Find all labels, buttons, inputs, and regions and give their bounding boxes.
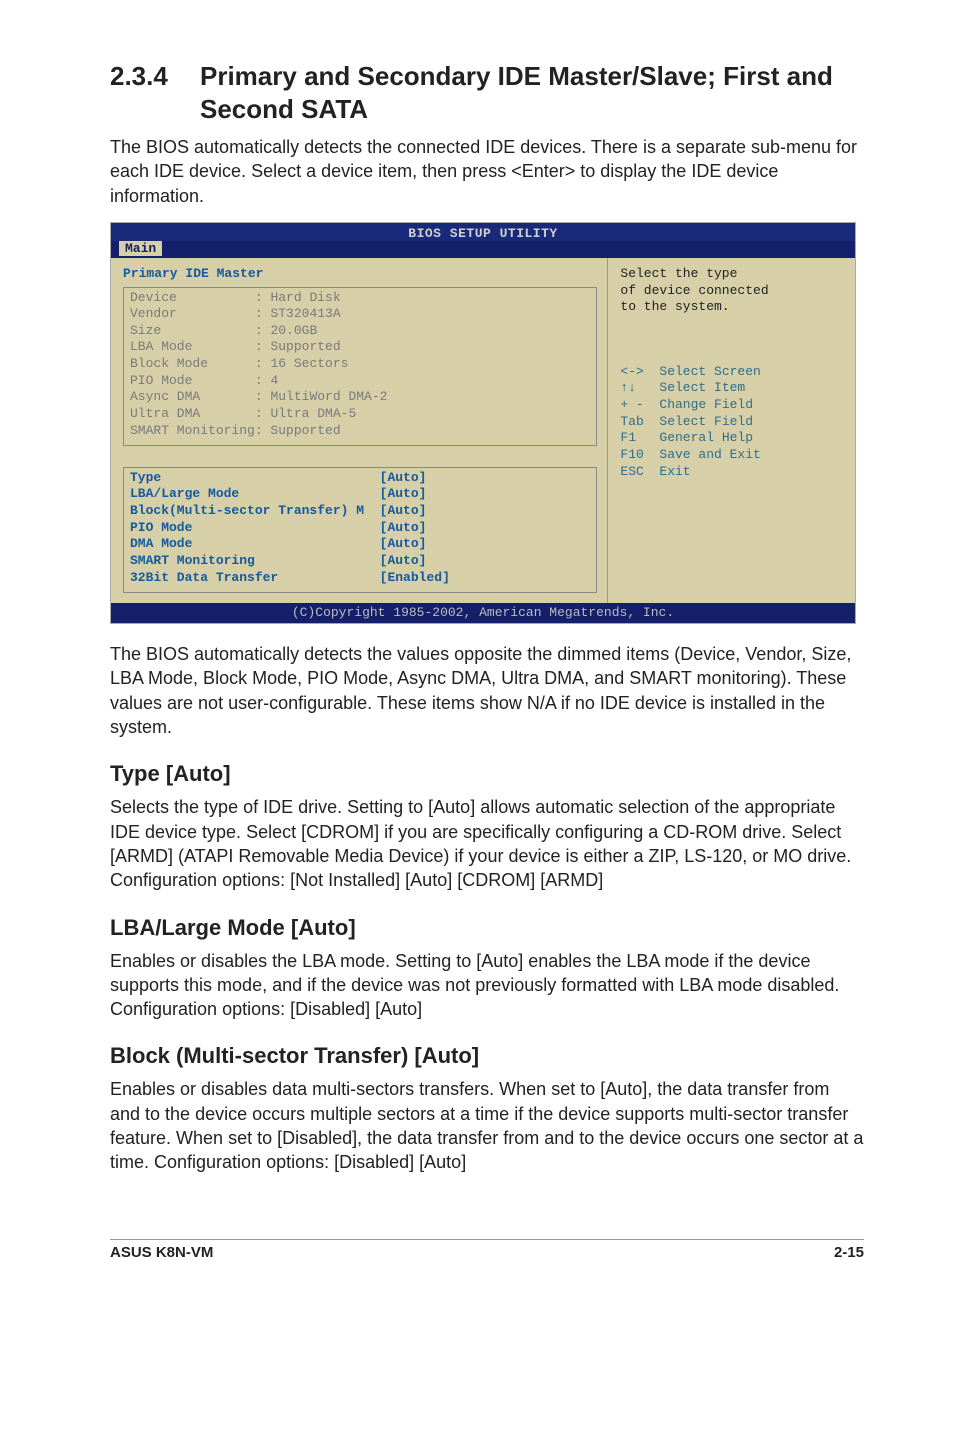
section-number: 2.3.4 bbox=[110, 60, 200, 125]
bios-device-row: Ultra DMA : Ultra DMA-5 bbox=[130, 406, 356, 421]
bios-config-group: Type [Auto] LBA/Large Mode [Auto] Block(… bbox=[123, 467, 597, 593]
bios-device-row: Size : 20.0GB bbox=[130, 323, 317, 338]
bios-nav-row: Tab Select Field bbox=[620, 414, 753, 429]
type-heading: Type [Auto] bbox=[110, 761, 864, 787]
section-title-text: Primary and Secondary IDE Master/Slave; … bbox=[200, 60, 864, 125]
type-paragraph: Selects the type of IDE drive. Setting t… bbox=[110, 795, 864, 892]
bios-smart-line: SMART Monitoring: Supported bbox=[130, 423, 341, 438]
lba-paragraph: Enables or disables the LBA mode. Settin… bbox=[110, 949, 864, 1022]
bios-nav-row: <-> Select Screen bbox=[620, 364, 760, 379]
page-footer: ASUS K8N-VM 2-15 bbox=[110, 1239, 864, 1261]
bios-screenshot: BIOS SETUP UTILITY Main Primary IDE Mast… bbox=[110, 222, 856, 624]
block-heading: Block (Multi-sector Transfer) [Auto] bbox=[110, 1043, 864, 1069]
bios-config-row: Type [Auto] bbox=[130, 470, 426, 485]
bios-help-text: Select the type of device connected to t… bbox=[620, 266, 768, 314]
bios-nav-row: ESC Exit bbox=[620, 464, 690, 479]
bios-left-panel: Primary IDE Master Device : Hard Disk Ve… bbox=[111, 258, 607, 603]
bios-title: BIOS SETUP UTILITY bbox=[111, 223, 855, 241]
bios-right-panel: Select the type of device connected to t… bbox=[607, 258, 855, 603]
bios-device-row: Device : Hard Disk bbox=[130, 290, 341, 305]
bios-nav-row: ↑↓ Select Item bbox=[620, 380, 745, 395]
section-heading: 2.3.4 Primary and Secondary IDE Master/S… bbox=[110, 60, 864, 125]
bios-nav-row: F1 General Help bbox=[620, 430, 753, 445]
bios-device-row: Async DMA : MultiWord DMA-2 bbox=[130, 389, 387, 404]
bios-nav-block: <-> Select Screen ↑↓ Select Item + - Cha… bbox=[620, 364, 845, 480]
bios-footer: (C)Copyright 1985-2002, American Megatre… bbox=[111, 603, 855, 623]
bios-tabs: Main bbox=[111, 241, 855, 258]
bios-config-row: 32Bit Data Transfer [Enabled] bbox=[130, 570, 450, 585]
intro-paragraph: The BIOS automatically detects the conne… bbox=[110, 135, 864, 208]
bios-device-row: LBA Mode : Supported bbox=[130, 339, 341, 354]
bios-panel-title: Primary IDE Master bbox=[123, 266, 263, 281]
bios-nav-row: F10 Save and Exit bbox=[620, 447, 760, 462]
bios-config-row: Block(Multi-sector Transfer) M [Auto] bbox=[130, 503, 426, 518]
block-paragraph: Enables or disables data multi-sectors t… bbox=[110, 1077, 864, 1174]
bios-device-row: Vendor : ST320413A bbox=[130, 306, 341, 321]
after-bios-paragraph: The BIOS automatically detects the value… bbox=[110, 642, 864, 739]
bios-config-row: SMART Monitoring [Auto] bbox=[130, 553, 426, 568]
footer-right: 2-15 bbox=[834, 1244, 864, 1261]
bios-device-row: Block Mode : 16 Sectors bbox=[130, 356, 348, 371]
lba-heading: LBA/Large Mode [Auto] bbox=[110, 915, 864, 941]
footer-left: ASUS K8N-VM bbox=[110, 1244, 213, 1261]
bios-nav-row: + - Change Field bbox=[620, 397, 753, 412]
bios-config-row: LBA/Large Mode [Auto] bbox=[130, 486, 426, 501]
bios-config-row: PIO Mode [Auto] bbox=[130, 520, 426, 535]
bios-config-row: DMA Mode [Auto] bbox=[130, 536, 426, 551]
bios-tab-main: Main bbox=[119, 241, 162, 256]
bios-device-group: Device : Hard Disk Vendor : ST320413A Si… bbox=[123, 287, 597, 447]
bios-device-row: PIO Mode : 4 bbox=[130, 373, 278, 388]
